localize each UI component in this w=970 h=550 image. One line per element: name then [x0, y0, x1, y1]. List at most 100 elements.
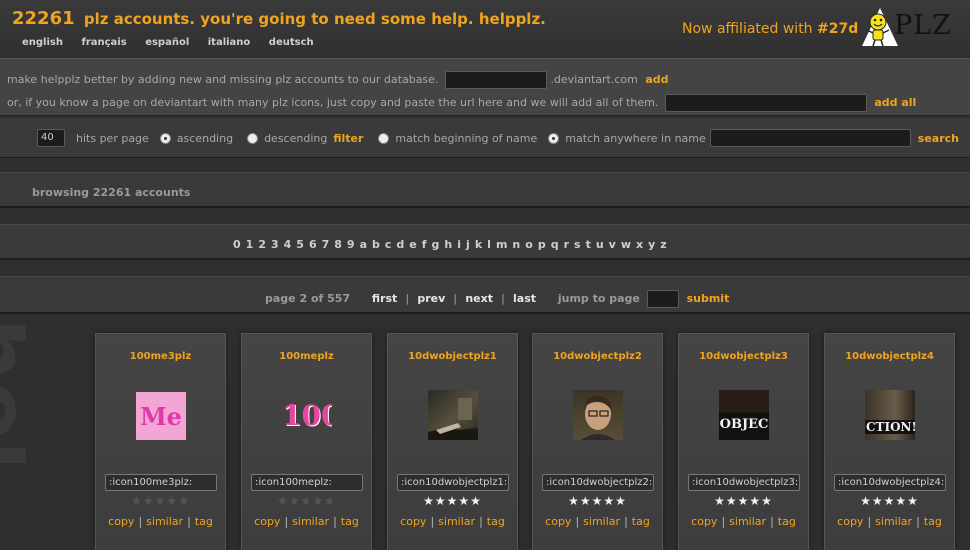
- add-button[interactable]: add: [645, 73, 668, 86]
- letter-link[interactable]: y: [648, 238, 655, 251]
- letter-link[interactable]: i: [457, 238, 461, 251]
- account-icon-thumbnail[interactable]: Me: [136, 392, 186, 440]
- last-page-link[interactable]: last: [513, 292, 536, 305]
- similar-link[interactable]: similar: [438, 515, 475, 528]
- letter-link[interactable]: 3: [271, 238, 279, 251]
- letter-link[interactable]: k: [475, 238, 482, 251]
- add-all-button[interactable]: add all: [874, 96, 916, 109]
- account-icon-thumbnail[interactable]: CTION!: [865, 390, 915, 440]
- copy-link[interactable]: copy: [400, 515, 426, 528]
- letter-link[interactable]: m: [496, 238, 507, 251]
- language-italian[interactable]: italiano: [208, 37, 251, 48]
- letter-link[interactable]: o: [525, 238, 533, 251]
- icon-code-field[interactable]: :icon10dwobjectplz2:: [542, 474, 654, 491]
- icon-code-field[interactable]: :icon10dwobjectplz3:: [688, 474, 800, 491]
- rating-stars[interactable]: ★★★★★: [825, 494, 954, 508]
- site-title[interactable]: 22261 plz accounts. you're going to need…: [12, 8, 546, 29]
- letter-link[interactable]: 5: [296, 238, 304, 251]
- icon-code-field[interactable]: :icon10dwobjectplz1:: [397, 474, 509, 491]
- letter-link[interactable]: 7: [322, 238, 330, 251]
- tag-link[interactable]: tag: [195, 515, 213, 528]
- account-icon-thumbnail[interactable]: 100: [282, 390, 332, 440]
- letter-link[interactable]: v: [609, 238, 616, 251]
- account-name-link[interactable]: 100meplz: [242, 351, 371, 362]
- account-name-link[interactable]: 10dwobjectplz3: [679, 351, 808, 362]
- letter-link[interactable]: 4: [284, 238, 292, 251]
- account-name-link[interactable]: 10dwobjectplz4: [825, 351, 954, 362]
- account-name-input[interactable]: [444, 71, 547, 89]
- copy-link[interactable]: copy: [837, 515, 863, 528]
- search-input[interactable]: [709, 129, 911, 147]
- language-french[interactable]: français: [81, 37, 126, 48]
- jump-to-page-input[interactable]: [646, 290, 679, 308]
- prev-page-link[interactable]: prev: [417, 292, 445, 305]
- letter-link[interactable]: g: [432, 238, 440, 251]
- similar-link[interactable]: similar: [146, 515, 183, 528]
- icon-code-field[interactable]: :icon10dwobjectplz4:: [834, 474, 946, 491]
- letter-link[interactable]: d: [396, 238, 404, 251]
- account-name-link[interactable]: 100me3plz: [96, 351, 225, 362]
- account-count[interactable]: 22261: [12, 8, 75, 29]
- rating-stars[interactable]: ★★★★★: [242, 494, 371, 508]
- rating-stars[interactable]: ★★★★★: [96, 494, 225, 508]
- account-name-link[interactable]: 10dwobjectplz1: [388, 351, 517, 362]
- match-anywhere-radio[interactable]: [548, 132, 560, 144]
- rating-stars[interactable]: ★★★★★: [533, 494, 662, 508]
- affiliation-notice[interactable]: Now affiliated with #27d: [682, 21, 858, 37]
- filter-button[interactable]: filter: [333, 132, 363, 145]
- letter-link[interactable]: j: [466, 238, 470, 251]
- next-page-link[interactable]: next: [465, 292, 493, 305]
- letter-link[interactable]: q: [551, 238, 559, 251]
- letter-link[interactable]: w: [621, 238, 631, 251]
- letter-link[interactable]: a: [360, 238, 367, 251]
- copy-link[interactable]: copy: [254, 515, 280, 528]
- ascending-radio[interactable]: [159, 132, 171, 144]
- rating-stars[interactable]: ★★★★★: [388, 494, 517, 508]
- letter-link[interactable]: f: [422, 238, 427, 251]
- letter-link[interactable]: h: [444, 238, 452, 251]
- similar-link[interactable]: similar: [292, 515, 329, 528]
- hits-per-page-input[interactable]: 40: [37, 129, 65, 147]
- letter-link[interactable]: x: [636, 238, 643, 251]
- language-spanish[interactable]: español: [145, 37, 189, 48]
- match-beginning-radio[interactable]: [378, 132, 390, 144]
- copy-link[interactable]: copy: [545, 515, 571, 528]
- letter-link[interactable]: z: [660, 238, 666, 251]
- letter-link[interactable]: p: [538, 238, 546, 251]
- account-name-link[interactable]: 10dwobjectplz2: [533, 351, 662, 362]
- icon-code-field[interactable]: :icon100me3plz:: [105, 474, 217, 491]
- letter-link[interactable]: 8: [334, 238, 342, 251]
- icon-code-field[interactable]: :icon100meplz:: [251, 474, 363, 491]
- similar-link[interactable]: similar: [583, 515, 620, 528]
- letter-link[interactable]: r: [564, 238, 569, 251]
- rating-stars[interactable]: ★★★★★: [679, 494, 808, 508]
- tag-link[interactable]: tag: [487, 515, 505, 528]
- tag-link[interactable]: tag: [632, 515, 650, 528]
- letter-link[interactable]: n: [512, 238, 520, 251]
- page-url-input[interactable]: [664, 94, 867, 112]
- letter-link[interactable]: c: [385, 238, 392, 251]
- account-icon-thumbnail[interactable]: [573, 390, 623, 440]
- letter-link[interactable]: 9: [347, 238, 355, 251]
- descending-radio[interactable]: [247, 132, 259, 144]
- letter-link[interactable]: 1: [246, 238, 254, 251]
- letter-link[interactable]: 0: [233, 238, 241, 251]
- plz-logo[interactable]: PLZ: [860, 6, 964, 48]
- letter-link[interactable]: 2: [258, 238, 266, 251]
- account-icon-thumbnail[interactable]: [428, 390, 478, 440]
- account-icon-thumbnail[interactable]: OBJEC: [719, 390, 769, 440]
- similar-link[interactable]: similar: [729, 515, 766, 528]
- tag-link[interactable]: tag: [924, 515, 942, 528]
- language-english[interactable]: english: [22, 37, 63, 48]
- letter-link[interactable]: u: [596, 238, 604, 251]
- copy-link[interactable]: copy: [691, 515, 717, 528]
- letter-link[interactable]: t: [586, 238, 591, 251]
- letter-link[interactable]: l: [487, 238, 491, 251]
- similar-link[interactable]: similar: [875, 515, 912, 528]
- tag-link[interactable]: tag: [341, 515, 359, 528]
- letter-link[interactable]: b: [372, 238, 380, 251]
- affiliation-name[interactable]: #27d: [817, 21, 858, 37]
- letter-link[interactable]: e: [409, 238, 416, 251]
- first-page-link[interactable]: first: [372, 292, 397, 305]
- copy-link[interactable]: copy: [108, 515, 134, 528]
